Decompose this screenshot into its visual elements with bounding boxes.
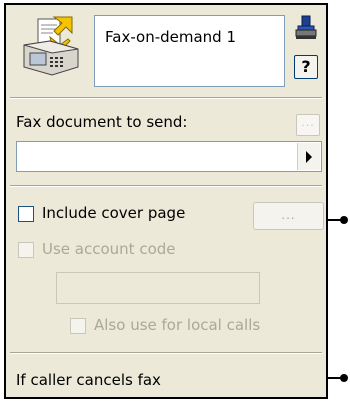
separator xyxy=(10,185,322,187)
include-cover-page-checkbox[interactable] xyxy=(18,206,34,222)
cover-page-button-label: ... xyxy=(281,208,296,222)
account-code-input[interactable] xyxy=(56,272,260,304)
include-cover-page-label: Include cover page xyxy=(42,204,186,222)
node-name-text: Fax-on-demand 1 xyxy=(105,28,237,46)
stamp-icon[interactable] xyxy=(295,15,317,41)
separator xyxy=(10,352,322,354)
use-account-code-label: Use account code xyxy=(42,240,176,258)
dropdown-arrow-icon[interactable] xyxy=(297,143,320,170)
browse-button-label: ... xyxy=(301,116,315,129)
cover-page-exit-node[interactable] xyxy=(340,216,348,224)
help-button[interactable]: ? xyxy=(294,55,318,79)
fax-document-icon xyxy=(20,15,82,77)
browse-icon[interactable]: ... xyxy=(296,114,320,136)
cover-page-options-button[interactable]: ... xyxy=(253,202,324,230)
fax-document-select[interactable] xyxy=(16,141,322,172)
use-account-code-checkbox[interactable] xyxy=(18,242,34,258)
separator xyxy=(10,97,322,99)
local-calls-label: Also use for local calls xyxy=(94,316,261,334)
fax-on-demand-panel: Fax-on-demand 1 ? Fax document to send: … xyxy=(4,3,328,399)
fax-document-label: Fax document to send: xyxy=(16,113,188,131)
cancel-exit-label: If caller cancels fax xyxy=(16,371,161,389)
cancel-exit-node[interactable] xyxy=(340,374,348,382)
local-calls-checkbox[interactable] xyxy=(70,318,86,334)
node-name-field[interactable]: Fax-on-demand 1 xyxy=(94,15,285,87)
